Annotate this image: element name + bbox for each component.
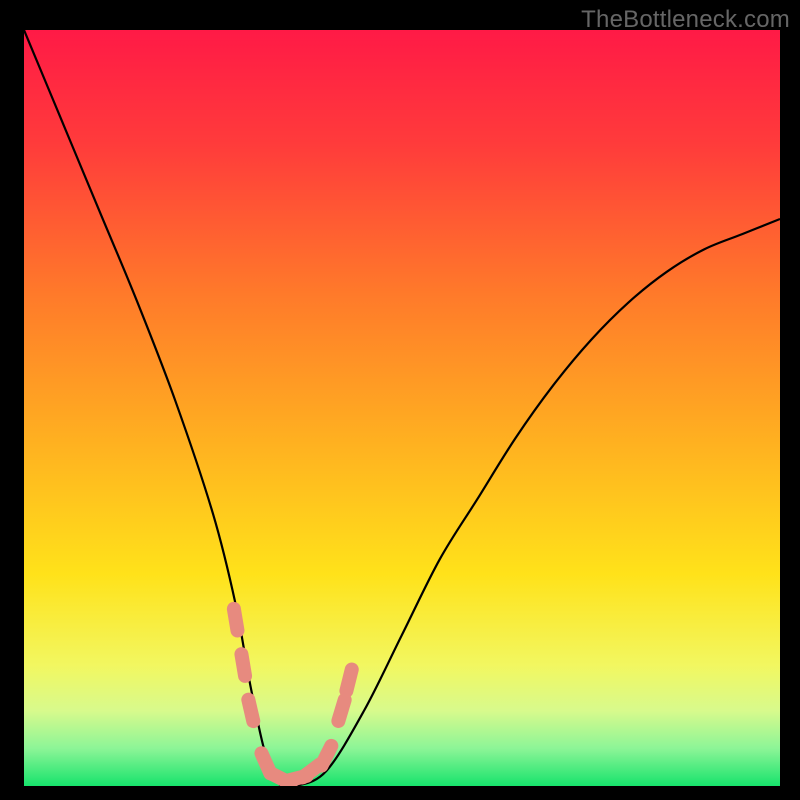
marker-segment	[346, 669, 351, 690]
chart-frame: TheBottleneck.com	[0, 0, 800, 800]
marker-segment	[338, 700, 344, 721]
bottleneck-curve-chart	[24, 30, 780, 786]
marker-segment	[241, 654, 245, 676]
gradient-background	[24, 30, 780, 786]
plot-area	[24, 30, 780, 786]
marker-segment	[248, 700, 253, 721]
marker-segment	[234, 609, 238, 631]
marker-segment	[321, 746, 331, 766]
